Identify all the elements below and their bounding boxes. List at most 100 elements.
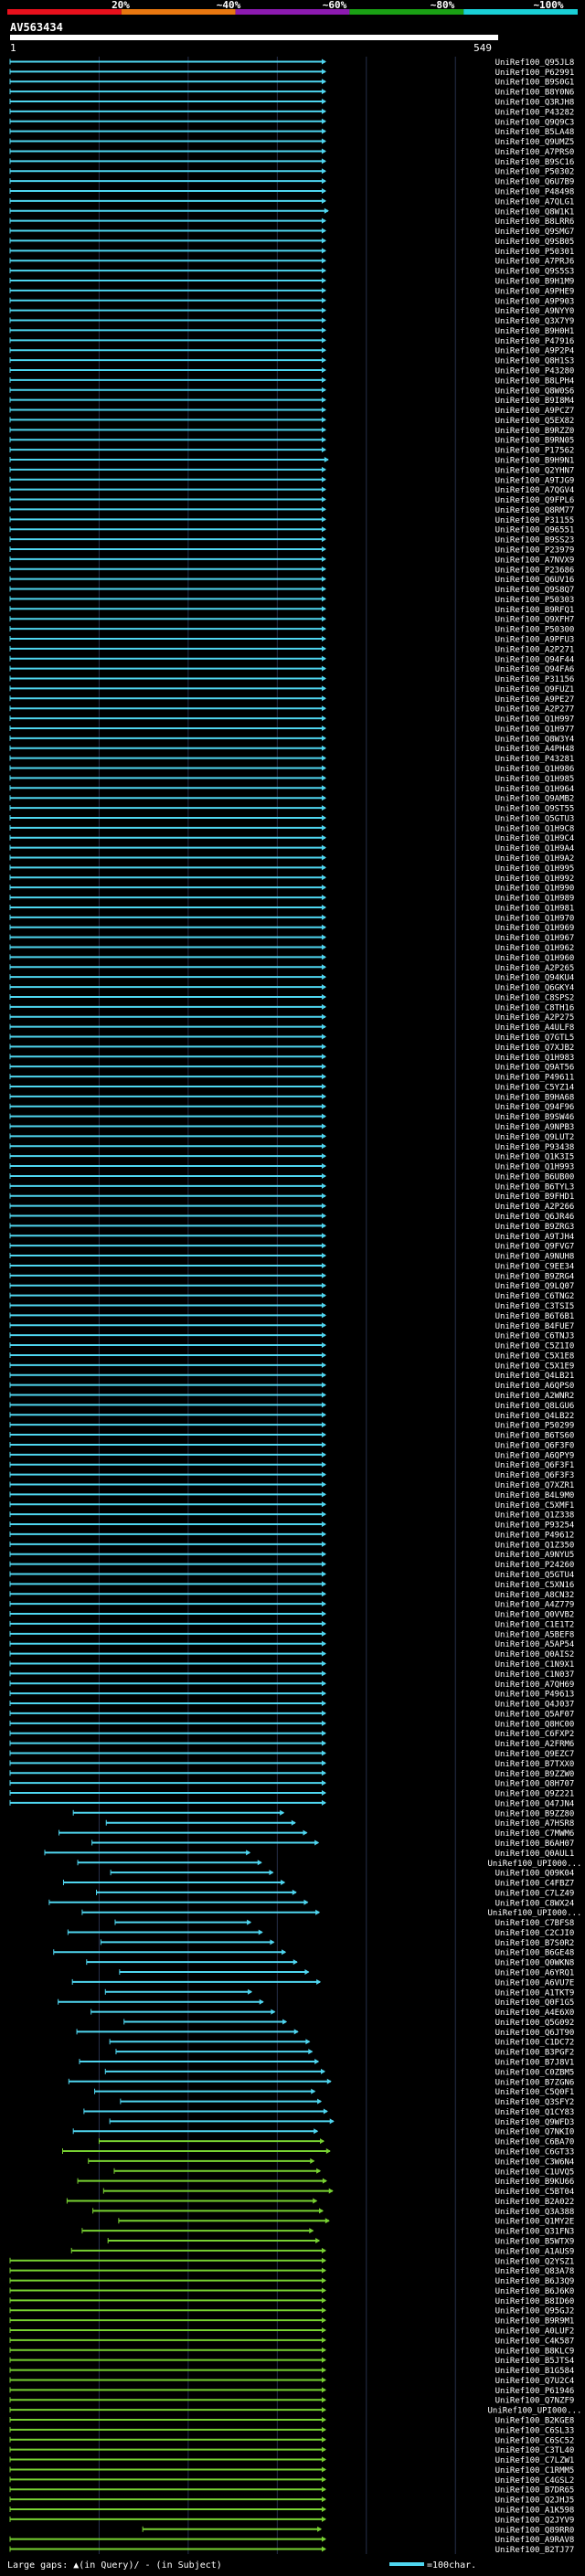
hit-label[interactable]: UniRef100_Q9WFD3 xyxy=(495,2118,575,2127)
hit-row[interactable]: UniRef100_B9RZZ0 xyxy=(9,427,574,436)
hit-label[interactable]: UniRef100_Q6F3F0 xyxy=(495,1441,575,1450)
hit-label[interactable]: UniRef100_C4FBZ7 xyxy=(495,1880,575,1889)
hit-row[interactable]: UniRef100_Q1Z350 xyxy=(9,1541,574,1550)
hit-row[interactable]: UniRef100_Q6F3F3 xyxy=(9,1471,574,1480)
hit-row[interactable]: UniRef100_B9ZRG4 xyxy=(9,1272,574,1281)
hit-label[interactable]: UniRef100_B2KGE8 xyxy=(495,2417,575,2426)
hit-label[interactable]: UniRef100_Q89RR0 xyxy=(495,2526,575,2535)
hit-row[interactable]: UniRef100_P50300 xyxy=(9,626,574,635)
hit-label[interactable]: UniRef100_Q9ST55 xyxy=(495,805,575,814)
hit-label[interactable]: UniRef100_C5YZ14 xyxy=(495,1083,575,1092)
hit-row[interactable]: UniRef100_Q9FPL6 xyxy=(9,496,574,505)
hit-label[interactable]: UniRef100_P48498 xyxy=(495,187,575,196)
hit-label[interactable]: UniRef100_B8ID60 xyxy=(495,2297,575,2306)
hit-label[interactable]: UniRef100_Q9FVG7 xyxy=(495,1243,575,1252)
hit-label[interactable]: UniRef100_Q0WKN8 xyxy=(495,1959,575,1968)
hit-label[interactable]: UniRef100_Q1H993 xyxy=(495,1163,575,1172)
hit-row[interactable]: UniRef100_P17562 xyxy=(9,447,574,456)
hit-row[interactable]: UniRef100_Q9LQ07 xyxy=(9,1282,574,1291)
hit-label[interactable]: UniRef100_C6BA70 xyxy=(495,2138,575,2147)
hit-label[interactable]: UniRef100_Q1H983 xyxy=(495,1054,575,1063)
hit-label[interactable]: UniRef100_P23686 xyxy=(495,566,575,575)
hit-row[interactable]: UniRef100_C1RMM5 xyxy=(9,2466,574,2475)
hit-label[interactable]: UniRef100_C4K587 xyxy=(495,2337,575,2346)
hit-row[interactable]: UniRef100_A2FRM6 xyxy=(9,1740,574,1749)
hit-label[interactable]: UniRef100_A5AP54 xyxy=(495,1640,575,1649)
hit-row[interactable]: UniRef100_B9SS23 xyxy=(9,536,574,546)
hit-label[interactable]: UniRef100_C6GT33 xyxy=(495,2148,575,2157)
hit-label[interactable]: UniRef100_B6T6B1 xyxy=(495,1312,575,1321)
hit-row[interactable]: UniRef100_Q4LB22 xyxy=(9,1412,574,1421)
hit-label[interactable]: UniRef100_Q5GTU4 xyxy=(495,1571,575,1580)
hit-row[interactable]: UniRef100_Q94FA6 xyxy=(9,665,574,674)
hit-label[interactable]: UniRef100_Q9Q9C3 xyxy=(495,118,575,127)
hit-row[interactable]: UniRef100_Q09K04 xyxy=(110,1870,574,1879)
hit-label[interactable]: UniRef100_A1K598 xyxy=(495,2507,575,2516)
hit-row[interactable]: UniRef100_B9FHD1 xyxy=(9,1193,574,1202)
hit-row[interactable]: UniRef100_C3TL40 xyxy=(9,2446,575,2455)
hit-label[interactable]: UniRef100_A0LUF2 xyxy=(495,2327,575,2337)
hit-row[interactable]: UniRef100_Q1H9A4 xyxy=(9,844,574,853)
hit-label[interactable]: UniRef100_Q9SB05 xyxy=(495,238,575,247)
hit-row[interactable]: UniRef100_B9SW46 xyxy=(9,1113,574,1122)
hit-label[interactable]: UniRef100_Q1H964 xyxy=(495,785,575,794)
hit-label[interactable]: UniRef100_Q6JT90 xyxy=(495,2029,575,2038)
hit-label[interactable]: UniRef100_Q1H9C4 xyxy=(495,834,575,843)
hit-label[interactable]: UniRef100_P49612 xyxy=(495,1531,575,1540)
hit-row[interactable]: UniRef100_C5BT04 xyxy=(102,2188,574,2197)
hit-row[interactable]: UniRef100_A5BEF8 xyxy=(9,1630,575,1639)
hit-row[interactable]: UniRef100_C5Q0F1 xyxy=(94,2088,575,2097)
hit-row[interactable]: UniRef100_B2TJ77 xyxy=(9,2546,574,2555)
hit-label[interactable]: UniRef100_A9P2P4 xyxy=(495,347,575,356)
hit-label[interactable]: UniRef100_Q83A78 xyxy=(495,2267,575,2276)
hit-row[interactable]: UniRef100_B9H0H1 xyxy=(9,327,574,336)
hit-row[interactable]: UniRef100_Q8W1K1 xyxy=(9,207,575,217)
hit-label[interactable]: UniRef100_B9ZZW0 xyxy=(495,1770,575,1779)
hit-row[interactable]: UniRef100_Q1H981 xyxy=(9,904,574,913)
hit-row[interactable]: UniRef100_P61946 xyxy=(9,2387,574,2396)
hit-label[interactable]: UniRef100_C3TL40 xyxy=(495,2446,575,2455)
hit-label[interactable]: UniRef100_Q5AF07 xyxy=(495,1710,575,1719)
hit-row[interactable]: UniRef100_P49613 xyxy=(9,1691,574,1700)
hit-row[interactable]: UniRef100_Q0AUL1 xyxy=(44,1850,574,1859)
hit-label[interactable]: UniRef100_A5BEF8 xyxy=(495,1630,575,1639)
hit-label[interactable]: UniRef100_A2P275 xyxy=(495,1013,575,1023)
hit-label[interactable]: UniRef100_Q8RM77 xyxy=(495,506,575,515)
hit-label[interactable]: UniRef100_A4ULF8 xyxy=(495,1023,575,1033)
hit-row[interactable]: UniRef100_C1N9X1 xyxy=(9,1660,574,1670)
hit-label[interactable]: UniRef100_Q5EX82 xyxy=(495,417,575,426)
hit-label[interactable]: UniRef100_Q1H977 xyxy=(495,725,575,734)
hit-row[interactable]: UniRef100_A4ULF8 xyxy=(9,1023,575,1033)
hit-row[interactable]: UniRef100_B8Y0N6 xyxy=(9,89,574,98)
hit-row[interactable]: UniRef100_Q95JL8 xyxy=(9,58,574,68)
hit-label[interactable]: UniRef100_Q3SFY2 xyxy=(495,2098,575,2107)
hit-label[interactable]: UniRef100_Q6UV16 xyxy=(495,576,575,585)
hit-row[interactable]: UniRef100_Q9SMG7 xyxy=(9,228,574,237)
hit-row[interactable]: UniRef100_A0LUF2 xyxy=(9,2327,575,2337)
hit-row[interactable]: UniRef100_UPI000... xyxy=(77,1860,581,1869)
hit-row[interactable]: UniRef100_Q3X7Y9 xyxy=(9,317,574,326)
hit-row[interactable]: UniRef100_C1N037 xyxy=(9,1670,574,1680)
hit-row[interactable]: UniRef100_Q1CY83 xyxy=(83,2108,574,2117)
hit-label[interactable]: UniRef100_A7QGV4 xyxy=(495,486,575,495)
hit-label[interactable]: UniRef100_A9NYY0 xyxy=(495,307,575,316)
hit-label[interactable]: UniRef100_Q8W1K1 xyxy=(495,207,575,217)
hit-row[interactable]: UniRef100_B9S0G1 xyxy=(9,79,574,88)
hit-row[interactable]: UniRef100_B9H1M9 xyxy=(9,277,574,286)
hit-row[interactable]: UniRef100_Q9S5S3 xyxy=(9,268,574,277)
hit-label[interactable]: UniRef100_Q1H986 xyxy=(495,765,575,774)
hit-row[interactable]: UniRef100_A2P277 xyxy=(9,705,574,715)
hit-label[interactable]: UniRef100_A6QPY9 xyxy=(495,1451,575,1460)
hit-row[interactable]: UniRef100_B3PGF2 xyxy=(115,2049,574,2058)
hit-label[interactable]: UniRef100_Q47JN4 xyxy=(495,1799,575,1808)
hit-label[interactable]: UniRef100_Q5G092 xyxy=(495,2019,575,2028)
hit-label[interactable]: UniRef100_Q9FUZ1 xyxy=(495,685,575,694)
hit-row[interactable]: UniRef100_C1DC72 xyxy=(109,2039,574,2048)
hit-row[interactable]: UniRef100_Q9AMB2 xyxy=(9,795,574,804)
hit-row[interactable]: UniRef100_Q31FN3 xyxy=(81,2228,574,2237)
hit-label[interactable]: UniRef100_C7BFS8 xyxy=(495,1919,575,1928)
hit-label[interactable]: UniRef100_Q7U2C4 xyxy=(495,2377,575,2386)
hit-row[interactable]: UniRef100_Q6GKY4 xyxy=(9,984,574,993)
hit-row[interactable]: UniRef100_C3W6N4 xyxy=(88,2157,575,2167)
hit-row[interactable]: UniRef100_B6T6B1 xyxy=(9,1312,575,1321)
